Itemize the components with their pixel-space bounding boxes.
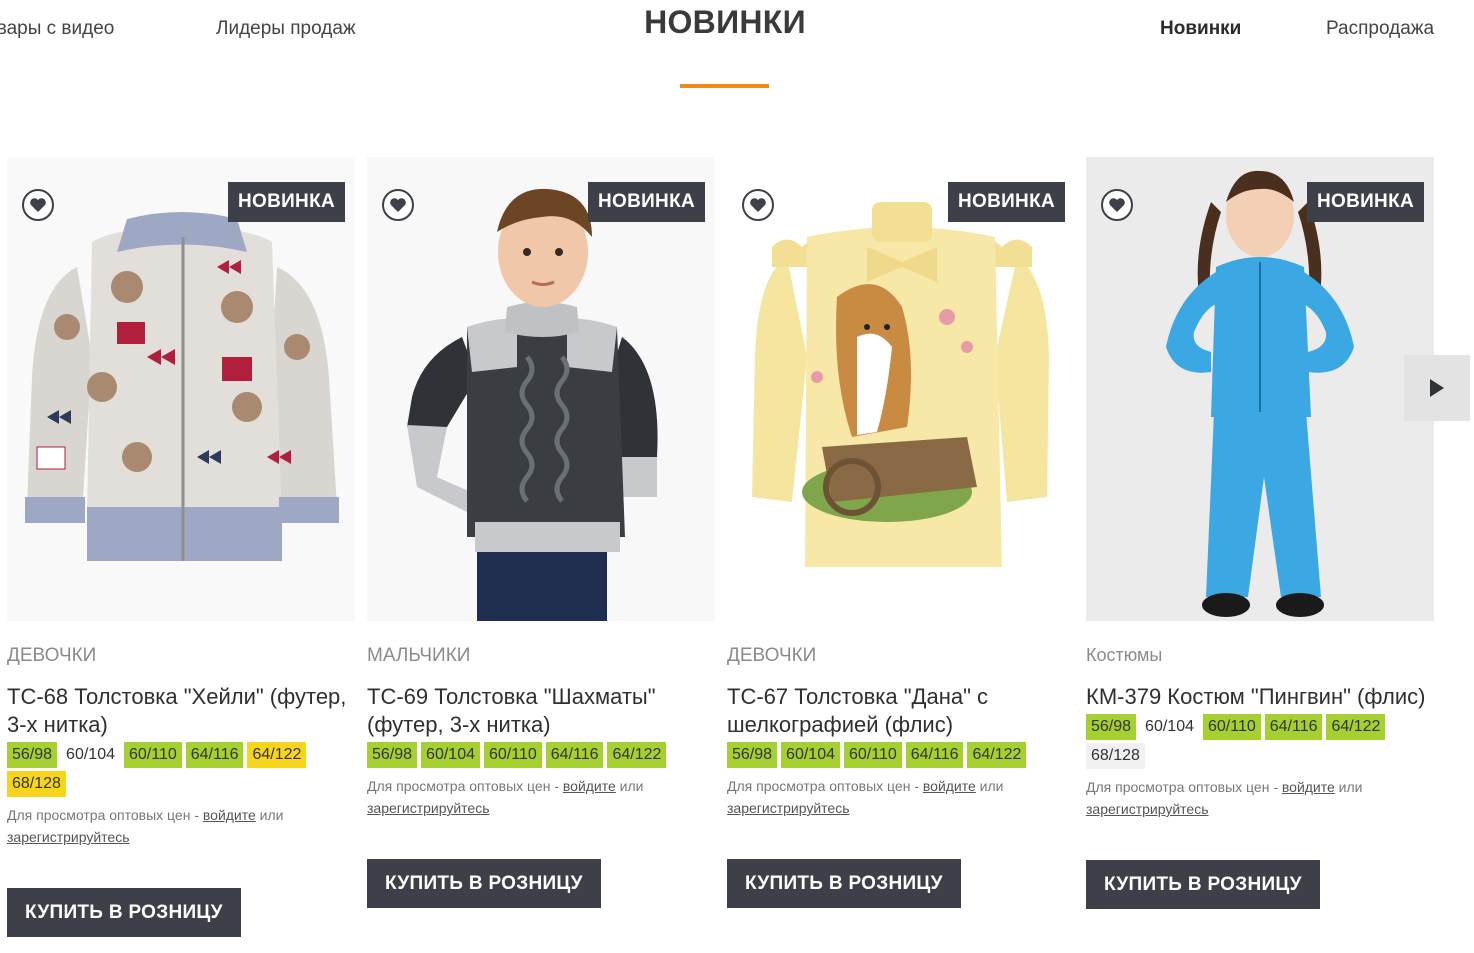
login-link[interactable]: войдите — [1282, 779, 1335, 795]
product-name-link[interactable]: ТС-67 Толстовка "Дана" с шелкографией (ф… — [727, 683, 1075, 739]
size-list: 56/98 60/104 60/110 64/116 64/122 — [727, 742, 1075, 768]
product-card: НОВИНКА Костюмы КМ-379 Костюм "Пингвин" … — [1086, 157, 1434, 909]
product-photo[interactable]: НОВИНКА — [1086, 157, 1434, 621]
register-link[interactable]: зарегистрируйтесь — [727, 800, 850, 816]
nav-link-new[interactable]: Новинки — [1160, 18, 1241, 40]
size-chip: 60/104 — [781, 742, 840, 768]
product-card: НОВИНКА ДЕВОЧКИ ТС-67 Толстовка "Дана" с… — [727, 157, 1075, 908]
size-chip: 56/98 — [7, 742, 58, 768]
heart-icon — [1109, 198, 1125, 212]
heart-icon — [30, 198, 46, 212]
size-chip: 64/122 — [247, 742, 307, 768]
nav-link-sale[interactable]: Распродажа — [1326, 18, 1434, 40]
new-badge: НОВИНКА — [947, 182, 1065, 222]
size-list: 56/98 60/104 60/110 64/116 64/122 — [367, 742, 715, 768]
login-link[interactable]: войдите — [923, 778, 976, 794]
size-list: 56/98 60/104 60/110 64/116 64/122 68/128 — [7, 742, 355, 797]
size-chip: 68/128 — [7, 771, 66, 797]
wholesale-note: Для просмотра оптовых цен - войдите или … — [727, 775, 1075, 819]
size-chip: 60/110 — [123, 742, 182, 768]
product-name-link[interactable]: ТС-68 Толстовка "Хейли" (футер, 3-х нитк… — [7, 683, 355, 739]
login-link[interactable]: войдите — [563, 778, 616, 794]
wholesale-note: Для просмотра оптовых цен - войдите или … — [7, 804, 355, 848]
buy-retail-button[interactable]: КУПИТЬ В РОЗНИЦУ — [367, 859, 601, 908]
favorite-heart-button[interactable] — [1101, 189, 1133, 221]
product-photo[interactable]: НОВИНКА — [7, 157, 355, 621]
size-chip: 60/104 — [61, 742, 120, 768]
login-link[interactable]: войдите — [203, 807, 256, 823]
jacket-image — [7, 157, 355, 621]
girl-suit-image — [1086, 157, 1434, 621]
new-badge: НОВИНКА — [227, 182, 345, 222]
register-link[interactable]: зарегистрируйтесь — [7, 829, 130, 845]
size-chip: 60/110 — [1202, 714, 1261, 740]
size-chip: 64/122 — [1326, 714, 1386, 740]
favorite-heart-button[interactable] — [22, 189, 54, 221]
top-nav: Товары с видео Лидеры продаж НОВИНКИ Нов… — [0, 0, 1474, 100]
size-chip: 60/104 — [1140, 714, 1199, 740]
size-chip: 64/116 — [1264, 714, 1323, 740]
wholesale-or: или — [1334, 779, 1363, 795]
product-card: НОВИНКА МАЛЬЧИКИ ТС-69 Толстовка "Шахмат… — [367, 157, 715, 908]
size-chip: 64/122 — [607, 742, 667, 768]
wholesale-text: Для просмотра оптовых цен - — [727, 778, 923, 794]
wholesale-text: Для просмотра оптовых цен - — [7, 807, 203, 823]
favorite-heart-button[interactable] — [742, 189, 774, 221]
buy-retail-button[interactable]: КУПИТЬ В РОЗНИЦУ — [727, 859, 961, 908]
heart-icon — [390, 198, 406, 212]
size-chip: 56/98 — [1086, 714, 1137, 740]
wholesale-or: или — [615, 778, 644, 794]
size-list: 56/98 60/104 60/110 64/116 64/122 68/128 — [1086, 714, 1434, 769]
wholesale-note: Для просмотра оптовых цен - войдите или … — [367, 775, 715, 819]
new-badge: НОВИНКА — [587, 182, 705, 222]
size-chip: 56/98 — [727, 742, 778, 768]
size-chip: 60/110 — [843, 742, 902, 768]
wholesale-text: Для просмотра оптовых цен - — [1086, 779, 1282, 795]
product-category[interactable]: ДЕВОЧКИ — [727, 645, 1075, 667]
size-chip: 64/116 — [185, 742, 244, 768]
size-chip: 64/116 — [905, 742, 964, 768]
size-chip: 56/98 — [367, 742, 418, 768]
buy-retail-button[interactable]: КУПИТЬ В РОЗНИЦУ — [1086, 860, 1320, 909]
new-badge: НОВИНКА — [1306, 182, 1424, 222]
product-photo[interactable]: НОВИНКА — [367, 157, 715, 621]
heart-icon — [750, 198, 766, 212]
product-photo[interactable]: НОВИНКА — [727, 157, 1075, 621]
yellow-sweater-image — [727, 157, 1075, 621]
size-chip: 64/122 — [967, 742, 1027, 768]
size-chip: 60/104 — [421, 742, 480, 768]
wholesale-or: или — [255, 807, 284, 823]
size-chip: 68/128 — [1086, 743, 1145, 769]
buy-retail-button[interactable]: КУПИТЬ В РОЗНИЦУ — [7, 888, 241, 937]
size-chip: 64/116 — [545, 742, 604, 768]
product-card: НОВИНКА ДЕВОЧКИ ТС-68 Толстовка "Хейли" … — [7, 157, 355, 937]
register-link[interactable]: зарегистрируйтесь — [1086, 801, 1209, 817]
boy-sweater-image — [367, 157, 715, 621]
product-category[interactable]: Костюмы — [1086, 645, 1434, 667]
product-category[interactable]: ДЕВОЧКИ — [7, 645, 355, 667]
wholesale-text: Для просмотра оптовых цен - — [367, 778, 563, 794]
wholesale-or: или — [975, 778, 1004, 794]
product-category[interactable]: МАЛЬЧИКИ — [367, 645, 715, 667]
product-name-link[interactable]: КМ-379 Костюм "Пингвин" (флис) — [1086, 683, 1434, 711]
carousel-next-button[interactable] — [1404, 355, 1470, 421]
wholesale-note: Для просмотра оптовых цен - войдите или … — [1086, 776, 1434, 820]
play-arrow-right-icon — [1430, 379, 1444, 397]
product-name-link[interactable]: ТС-69 Толстовка "Шахматы" (футер, 3-х ни… — [367, 683, 715, 739]
register-link[interactable]: зарегистрируйтесь — [367, 800, 490, 816]
size-chip: 60/110 — [483, 742, 542, 768]
title-underline — [680, 84, 769, 88]
favorite-heart-button[interactable] — [382, 189, 414, 221]
